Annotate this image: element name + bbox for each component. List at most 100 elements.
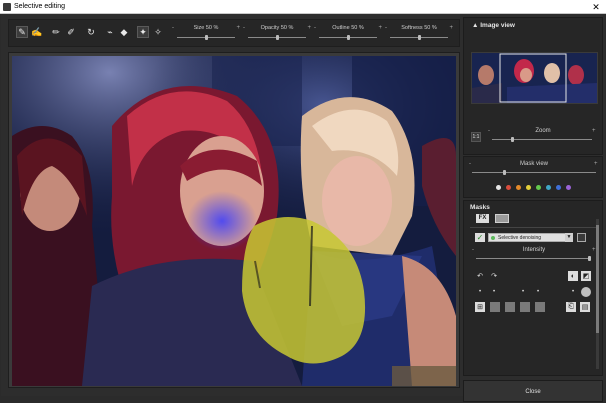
new-mask-icon[interactable]: ⊞ — [475, 302, 485, 312]
magic-brush-icon[interactable]: ✦ — [137, 26, 149, 38]
opacity-unit: % — [288, 25, 294, 31]
mask-color-swatch[interactable] — [536, 185, 541, 190]
window-title: Selective editing — [14, 3, 65, 10]
zoom-minus[interactable]: - — [488, 128, 490, 134]
mask-view-thumb[interactable] — [503, 170, 506, 175]
opacity-slider[interactable]: - Opacity 50 % + — [243, 24, 311, 44]
redo-icon[interactable]: ↷ — [489, 271, 499, 281]
masks-scrollbar[interactable] — [596, 219, 599, 369]
load-mask-icon[interactable]: ⎗ — [566, 302, 576, 312]
eraser-alt-icon[interactable]: ✐ — [65, 26, 77, 38]
opacity-label: Opacity — [260, 25, 280, 31]
refresh-brush-icon[interactable]: ↻ — [85, 26, 97, 38]
image-view-panel: ▲ Image view 1:1 Zoom - + — [463, 17, 603, 155]
point-tool-5-icon[interactable]: • — [568, 287, 578, 297]
mask-overlay-icon[interactable]: ◩ — [581, 271, 591, 281]
eraser-icon[interactable]: ✏ — [50, 26, 62, 38]
mask-layer-icon[interactable] — [495, 214, 509, 223]
mask-visible-check-icon[interactable]: ✓ — [475, 233, 485, 242]
mask-dropdown-chevron-icon[interactable]: ▼ — [565, 233, 573, 242]
mask-view-minus[interactable]: - — [469, 161, 471, 167]
toolbar: ✎ ✍ ✏ ✐ ↻ ⌁ ◆ ✦ ✧ - Size 50 % + - Opacit… — [8, 19, 460, 47]
softness-minus[interactable]: - — [385, 25, 387, 31]
mask-color-swatch[interactable] — [556, 185, 561, 190]
opacity-thumb[interactable] — [276, 35, 279, 40]
point-tool-1-icon[interactable]: • — [475, 287, 485, 297]
zoom-1to1-button[interactable]: 1:1 — [471, 132, 481, 142]
masks-scrollbar-thumb[interactable] — [596, 225, 599, 333]
outline-slider[interactable]: - Outline 50 % + — [314, 24, 382, 44]
mask-view-plus[interactable]: + — [594, 161, 598, 167]
photo[interactable] — [12, 56, 456, 386]
close-button[interactable]: Close — [463, 380, 603, 402]
softness-thumb[interactable] — [418, 35, 421, 40]
softness-slider[interactable]: - Softness 50 % + — [385, 24, 453, 44]
size-label: Size — [193, 25, 205, 31]
brush-tool-icon[interactable]: ✎ — [16, 26, 28, 38]
intensity-label: Intensity — [522, 247, 546, 253]
outline-plus[interactable]: + — [378, 25, 382, 31]
zoom-thumb[interactable] — [511, 137, 514, 142]
image-view-title: Image view — [480, 22, 515, 29]
fill-circle-icon[interactable] — [581, 287, 591, 297]
mask-view-label: Mask view — [519, 161, 548, 167]
outline-thumb[interactable] — [347, 35, 350, 40]
mask-settings-icon[interactable] — [577, 233, 586, 242]
point-tool-4-icon[interactable]: • — [533, 287, 543, 297]
intensity-plus[interactable]: + — [592, 247, 596, 253]
outline-value: 50 — [351, 25, 358, 31]
mask-select[interactable]: Selective denoising — [488, 233, 572, 242]
mask-color-swatch[interactable] — [566, 185, 571, 190]
point-tool-2-icon[interactable]: • — [489, 287, 499, 297]
save-mask-icon[interactable]: ▤ — [580, 302, 590, 312]
masks-panel: Masks FX ✓ Selective denoising ▼ Intensi… — [463, 200, 603, 376]
fill-bucket-icon[interactable]: ◆ — [118, 26, 130, 38]
navigator-preview — [472, 53, 597, 103]
title-bar: Selective editing ✕ — [0, 0, 606, 14]
opacity-plus[interactable]: + — [307, 25, 311, 31]
size-slider[interactable]: - Size 50 % + — [172, 24, 240, 44]
mask-view-panel: Mask view - + — [463, 156, 603, 198]
outline-label: Outline — [332, 25, 350, 31]
point-tool-3-icon[interactable]: • — [518, 287, 528, 297]
collapse-arrow-icon[interactable]: ▲ — [472, 22, 478, 29]
undo-icon[interactable]: ↶ — [475, 271, 485, 281]
outline-minus[interactable]: - — [314, 25, 316, 31]
size-value: 50 — [205, 25, 212, 31]
mask-color-swatch[interactable] — [506, 185, 511, 190]
size-plus[interactable]: + — [236, 25, 240, 31]
size-thumb[interactable] — [205, 35, 208, 40]
mask-color-swatch[interactable] — [526, 185, 531, 190]
opacity-value: 50 — [280, 25, 287, 31]
softness-value: 50 — [424, 25, 431, 31]
invert-mask-icon[interactable]: ◐ — [568, 271, 578, 281]
window-close-button[interactable]: ✕ — [590, 1, 602, 13]
outline-unit: % — [358, 25, 364, 31]
mask-shape-4-icon[interactable] — [535, 302, 545, 312]
softness-plus[interactable]: + — [449, 25, 453, 31]
mask-color-swatch[interactable] — [496, 185, 501, 190]
mask-name: Selective denoising — [498, 235, 542, 241]
brush-add-icon[interactable]: ✍ — [31, 26, 43, 38]
mask-shape-1-icon[interactable] — [490, 302, 500, 312]
photo-illustration — [12, 56, 456, 386]
magic-wand-icon[interactable]: ✧ — [152, 26, 164, 38]
image-canvas[interactable] — [8, 52, 460, 388]
masks-title: Masks — [470, 204, 490, 211]
mask-shape-3-icon[interactable] — [520, 302, 530, 312]
zoom-label: Zoom — [535, 128, 551, 134]
fx-button[interactable]: FX — [476, 214, 489, 223]
mask-shape-2-icon[interactable] — [505, 302, 515, 312]
zoom-plus[interactable]: + — [592, 128, 596, 134]
mask-color-swatch[interactable] — [516, 185, 521, 190]
size-minus[interactable]: - — [172, 25, 174, 31]
main-window: ✎ ✍ ✏ ✐ ↻ ⌁ ◆ ✦ ✧ - Size 50 % + - Opacit… — [1, 14, 605, 402]
opacity-minus[interactable]: - — [243, 25, 245, 31]
intensity-thumb[interactable] — [588, 256, 591, 261]
mask-color-swatch[interactable] — [546, 185, 551, 190]
dropper-icon[interactable]: ⌁ — [104, 26, 116, 38]
navigator-thumbnail[interactable] — [471, 52, 598, 104]
intensity-minus[interactable]: - — [472, 247, 474, 253]
size-unit: % — [213, 25, 219, 31]
softness-unit: % — [431, 25, 437, 31]
